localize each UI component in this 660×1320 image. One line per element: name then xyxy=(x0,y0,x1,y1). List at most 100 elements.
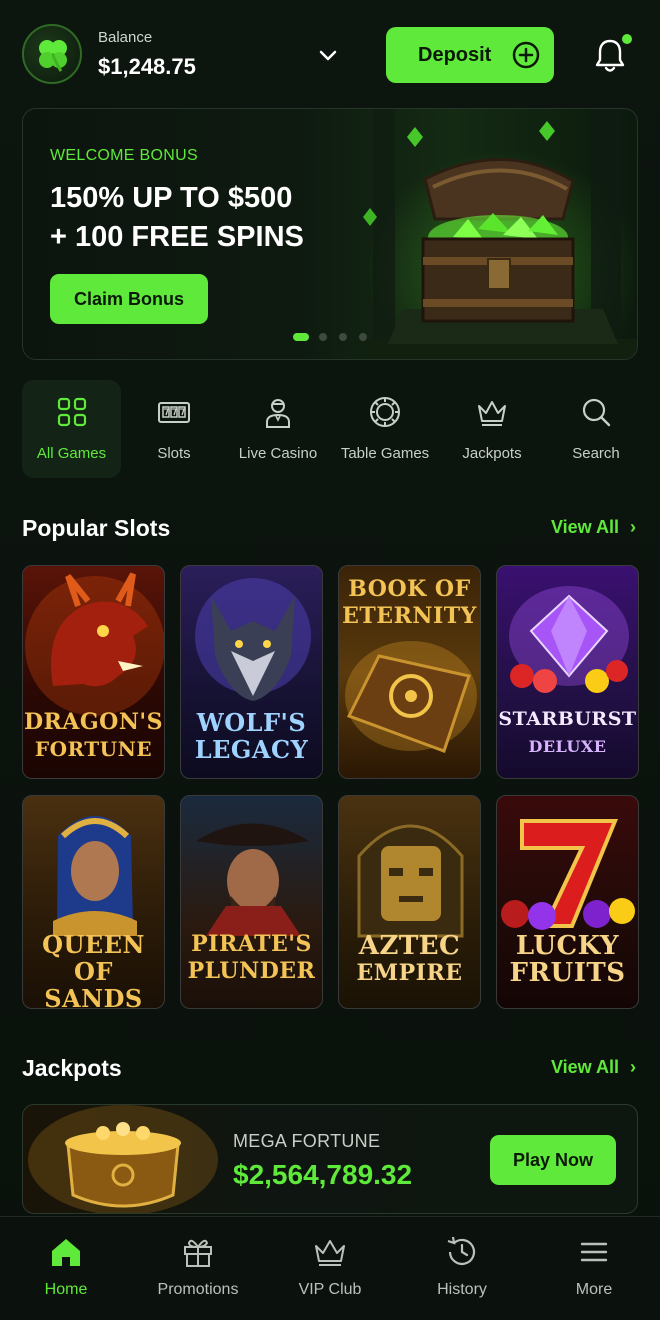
crown-icon xyxy=(478,401,506,426)
tab-jackpots[interactable]: Jackpots xyxy=(442,380,542,478)
chevron-right-icon: › xyxy=(630,517,636,537)
game-tile[interactable]: PIRATE'S PLUNDER xyxy=(180,795,323,1009)
game-title: DRAGON'S FORTUNE xyxy=(23,709,164,763)
tab-all-games[interactable]: All Games xyxy=(22,380,121,478)
game-title: PIRATE'S PLUNDER xyxy=(181,931,322,985)
game-tile[interactable]: LUCKY FRUITS xyxy=(496,795,639,1009)
claim-bonus-button[interactable]: Claim Bonus xyxy=(50,274,208,324)
slot-machine-icon xyxy=(158,402,190,423)
tab-live-casino[interactable]: Live Casino xyxy=(228,380,328,478)
game-title-line1: AZTEC xyxy=(358,931,461,961)
crown-icon xyxy=(315,1240,345,1266)
menu-icon xyxy=(580,1242,608,1262)
tab-label: All Games xyxy=(36,445,107,462)
game-title: AZTEC EMPIRE xyxy=(339,933,480,987)
nav-item-history[interactable]: History xyxy=(396,1217,528,1320)
dealer-icon xyxy=(266,399,290,428)
tab-table-games[interactable]: Table Games xyxy=(334,380,436,478)
tab-label: Slots xyxy=(157,445,191,462)
popular-slots-title: Popular Slots xyxy=(22,515,171,541)
jackpots-title: Jackpots xyxy=(22,1055,122,1081)
gift-icon xyxy=(184,1239,212,1267)
game-title-line1: STARBURST xyxy=(498,708,637,730)
header: Balance $1,248.75 Deposit xyxy=(22,22,638,86)
view-all-label: View All xyxy=(550,1057,619,1077)
home-icon xyxy=(52,1239,80,1266)
chevron-right-icon: › xyxy=(630,1057,636,1077)
carousel-dot[interactable] xyxy=(319,333,327,341)
chevron-down-icon[interactable] xyxy=(314,42,342,70)
jackpot-name: MEGA FORTUNE xyxy=(233,1131,381,1151)
game-title-line1: WOLF'S xyxy=(196,708,307,737)
balance-value: $1,248.75 xyxy=(98,54,196,79)
chip-icon xyxy=(370,397,400,427)
game-title: BOOK OF ETERNITY xyxy=(339,576,480,630)
carousel-dot[interactable] xyxy=(339,333,347,341)
game-title-line2: SANDS xyxy=(44,984,143,1009)
nav-item-vip-club[interactable]: VIP Club xyxy=(264,1217,396,1320)
bottom-nav: Home Promotions VIP Club History More xyxy=(0,1216,660,1320)
treasure-chest-illustration xyxy=(363,109,637,359)
game-title-line1: DRAGON'S xyxy=(23,709,164,735)
clover-icon[interactable] xyxy=(22,24,82,84)
tab-label: Table Games xyxy=(340,445,430,462)
game-title-line2: PLUNDER xyxy=(187,958,316,984)
plus-circle-icon xyxy=(512,41,540,69)
play-now-button[interactable]: Play Now xyxy=(490,1135,616,1185)
game-title-line2: LEGACY xyxy=(194,735,309,764)
promo-banner[interactable]: WELCOME BONUS 150% UP TO $500 + 100 FREE… xyxy=(22,108,638,360)
nav-item-home[interactable]: Home xyxy=(0,1217,132,1320)
game-title-line1: LUCKY xyxy=(515,931,620,961)
jackpots-view-all-link[interactable]: View All › xyxy=(551,1057,636,1078)
tab-label: Jackpots xyxy=(462,445,522,462)
game-tile[interactable]: DRAGON'S FORTUNE xyxy=(22,565,165,779)
gold-pot-illustration xyxy=(28,1105,218,1213)
game-title: STARBURST DELUXE xyxy=(497,706,638,760)
search-icon xyxy=(582,398,611,427)
game-title-line1: PIRATE'S xyxy=(191,931,312,957)
game-title-line2: DELUXE xyxy=(528,737,607,756)
grid-icon xyxy=(57,397,86,427)
view-all-label: View All xyxy=(550,517,619,537)
jackpot-amount: $2,564,789.32 xyxy=(233,1159,413,1190)
nav-label: More xyxy=(575,1281,613,1298)
history-icon xyxy=(447,1236,476,1265)
game-title-line1: BOOK OF xyxy=(348,576,471,602)
promo-title-line2: + 100 FREE SPINS xyxy=(50,221,304,253)
jackpot-card[interactable]: MEGA FORTUNE $2,564,789.32 Play Now xyxy=(22,1104,638,1214)
promo-title-line1: 150% UP TO $500 xyxy=(50,182,293,214)
game-title-line1: QUEEN OF xyxy=(42,930,145,986)
nav-item-more[interactable]: More xyxy=(528,1217,660,1320)
game-title: WOLF'S LEGACY xyxy=(181,709,322,763)
tab-label: Search xyxy=(572,445,620,462)
promo-title: 150% UP TO $500 + 100 FREE SPINS xyxy=(50,179,350,257)
game-tile[interactable]: AZTEC EMPIRE xyxy=(338,795,481,1009)
category-tabs: All Games Slots Live Casino Table Games … xyxy=(22,380,638,478)
game-tile[interactable]: QUEEN OF SANDS xyxy=(22,795,165,1009)
nav-label: Home xyxy=(44,1281,88,1298)
balance-label: Balance xyxy=(98,29,153,46)
tab-slots[interactable]: Slots xyxy=(126,380,222,478)
promo-tag: WELCOME BONUS xyxy=(50,147,198,164)
casino-app: Balance $1,248.75 Deposit WELCOME BONUS … xyxy=(0,0,660,1320)
carousel-dot[interactable] xyxy=(359,333,367,341)
nav-label: Promotions xyxy=(157,1281,239,1298)
nav-item-promotions[interactable]: Promotions xyxy=(132,1217,264,1320)
game-title: LUCKY FRUITS xyxy=(497,933,638,987)
nav-label: History xyxy=(437,1281,487,1298)
popular-view-all-link[interactable]: View All › xyxy=(551,517,636,538)
nav-label: VIP Club xyxy=(298,1281,362,1298)
game-title-line2: FRUITS xyxy=(509,958,626,988)
tab-label: Live Casino xyxy=(238,445,318,462)
game-title-line2: FORTUNE xyxy=(34,737,153,761)
deposit-label: Deposit xyxy=(418,44,492,66)
carousel-dot[interactable] xyxy=(293,333,309,341)
game-tile[interactable]: STARBURST DELUXE xyxy=(496,565,639,779)
game-tile[interactable]: BOOK OF ETERNITY xyxy=(338,565,481,779)
game-tile[interactable]: WOLF'S LEGACY xyxy=(180,565,323,779)
deposit-button[interactable]: Deposit xyxy=(386,27,554,83)
game-title-line2: EMPIRE xyxy=(356,960,463,986)
tab-search[interactable]: Search xyxy=(548,380,644,478)
game-title: QUEEN OF SANDS xyxy=(23,930,164,1009)
notification-dot xyxy=(622,34,632,44)
